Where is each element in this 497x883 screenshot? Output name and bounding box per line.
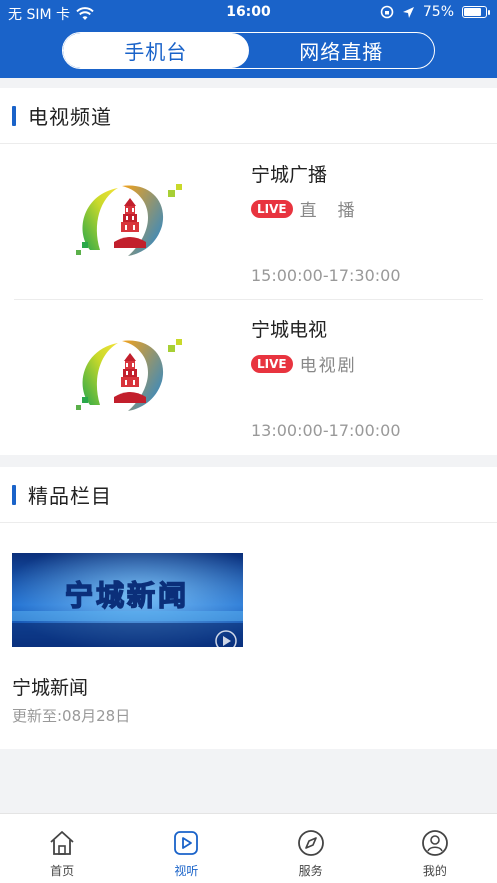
channel-item[interactable]: 宁城广播 LIVE 直 播 15:00:00-17:30:00 (0, 144, 497, 299)
status-right: 75% (380, 4, 490, 20)
tv-channels-section: 电视频道 宁城广播 LIVE 直 播 15:00:00-17:30:00 宁城电… (0, 88, 497, 455)
battery-percent: 75% (422, 4, 454, 20)
home-icon (50, 831, 74, 855)
channel-name: 宁城广播 (251, 164, 328, 186)
tab-audio-video[interactable]: 视听 (124, 814, 248, 883)
channel-live-row: LIVE 电视剧 (251, 351, 357, 376)
channel-program: 直 播 (299, 201, 357, 221)
user-icon (421, 830, 448, 856)
channel-live-row: LIVE 直 播 (251, 196, 357, 221)
tab-label: 我的 (422, 864, 447, 878)
channel-program: 电视剧 (299, 356, 357, 376)
section-title: 精品栏目 (28, 484, 112, 508)
column-title: 宁城新闻 (12, 677, 89, 699)
play-icon (174, 831, 199, 855)
top-header: 无 SIM 卡 16:00 75% 手机台 网络直播 (0, 0, 497, 78)
channel-time: 13:00:00-17:00:00 (251, 421, 401, 440)
channel-time: 15:00:00-17:30:00 (251, 266, 401, 285)
rotation-lock-icon (380, 5, 394, 19)
tab-mobile-station[interactable]: 手机台 (63, 33, 249, 68)
tab-services[interactable]: 服务 (249, 814, 373, 883)
compass-icon (297, 830, 324, 856)
live-badge: LIVE (251, 354, 293, 373)
location-arrow-icon (402, 6, 414, 18)
column-item[interactable]: 宁城新闻 宁城新闻 更新至:08月28日 (12, 553, 243, 725)
segmented-control: 手机台 网络直播 (62, 32, 435, 69)
tab-mine[interactable]: 我的 (373, 814, 497, 883)
thumbnail-title: 宁城新闻 (65, 579, 189, 612)
column-update-text: 更新至:08月28日 (12, 707, 131, 725)
tab-label: 首页 (50, 864, 75, 878)
section-title: 电视频道 (28, 105, 112, 129)
live-badge: LIVE (251, 199, 293, 218)
section-header: 精品栏目 (0, 467, 497, 523)
bottom-tab-bar: 首页 视听 服务 我的 (0, 813, 497, 883)
channel-logo-icon (76, 339, 182, 411)
premium-columns-section: 精品栏目 宁城新闻 宁城新闻 更新至:08月28日 (0, 467, 497, 749)
tab-live-stream[interactable]: 网络直播 (249, 33, 435, 68)
section-accent-bar (12, 484, 16, 505)
column-thumbnail[interactable]: 宁城新闻 (12, 553, 243, 647)
channel-name: 宁城电视 (251, 319, 328, 341)
section-accent-bar (12, 105, 16, 126)
channel-logo-icon (76, 184, 182, 256)
tab-home[interactable]: 首页 (0, 814, 124, 883)
channel-item[interactable]: 宁城电视 LIVE 电视剧 13:00:00-17:00:00 (0, 299, 497, 454)
section-header: 电视频道 (0, 88, 497, 144)
tab-label: 服务 (298, 864, 323, 878)
status-bar: 无 SIM 卡 16:00 75% (0, 0, 497, 26)
battery-icon (462, 6, 490, 18)
tab-label: 视听 (174, 864, 199, 878)
